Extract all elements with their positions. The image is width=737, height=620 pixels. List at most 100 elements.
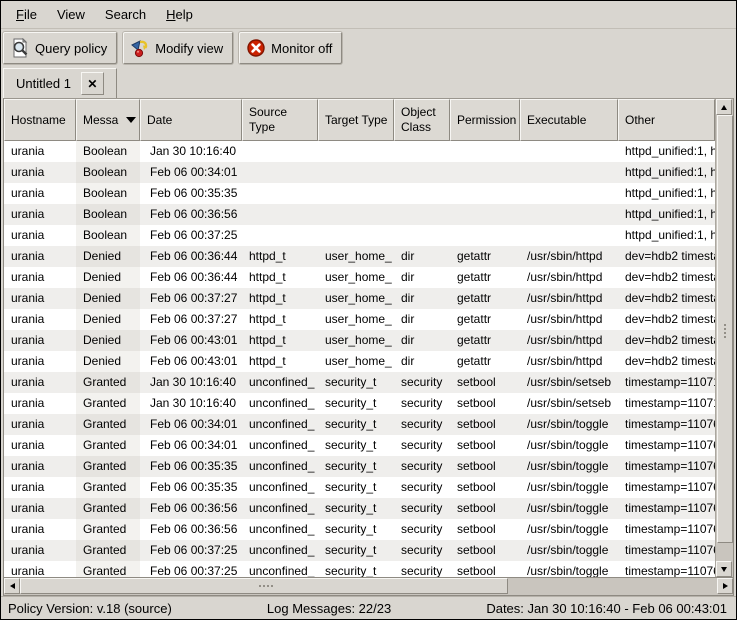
cell-host: urania [4, 288, 76, 309]
cell-src: unconfined_ [242, 435, 318, 456]
table-row[interactable]: uraniaGrantedJan 30 10:16:40unconfined_s… [4, 393, 715, 414]
monitor-off-button[interactable]: Monitor off [239, 32, 342, 64]
table-row[interactable]: uraniaDeniedFeb 06 00:37:27httpd_tuser_h… [4, 288, 715, 309]
cell-exe [520, 204, 618, 225]
cell-cls: security [394, 519, 450, 540]
vertical-scrollbar-track[interactable] [716, 543, 733, 561]
cell-cls: dir [394, 246, 450, 267]
column-header-label: Messa [83, 113, 118, 128]
tab-untitled-1[interactable]: Untitled 1 ✕ [3, 68, 117, 98]
cell-host: urania [4, 225, 76, 246]
cell-host: urania [4, 351, 76, 372]
cell-tgt: security_t [318, 477, 394, 498]
modify-view-button[interactable]: Modify view [123, 32, 233, 64]
cell-tgt [318, 183, 394, 204]
cell-date: Feb 06 00:37:27 [140, 309, 242, 330]
column-header-msg[interactable]: Messa [76, 99, 140, 141]
cell-exe [520, 225, 618, 246]
cell-date: Feb 06 00:36:56 [140, 519, 242, 540]
cell-exe: /usr/sbin/toggle [520, 414, 618, 435]
cell-perm [450, 183, 520, 204]
table-row[interactable]: uraniaGrantedFeb 06 00:36:56unconfined_s… [4, 519, 715, 540]
table-row[interactable]: uraniaBooleanFeb 06 00:34:01httpd_unifie… [4, 162, 715, 183]
column-header-src[interactable]: Source Type [242, 99, 318, 141]
table-row[interactable]: uraniaDeniedFeb 06 00:36:44httpd_tuser_h… [4, 267, 715, 288]
table-row[interactable]: uraniaGrantedFeb 06 00:37:25unconfined_s… [4, 540, 715, 561]
vertical-scrollbar[interactable] [715, 99, 733, 577]
column-header-tgt[interactable]: Target Type [318, 99, 394, 141]
cell-src: unconfined_ [242, 414, 318, 435]
cell-exe: /usr/sbin/toggle [520, 540, 618, 561]
query-policy-button[interactable]: Query policy [3, 32, 117, 64]
cell-cls: security [394, 456, 450, 477]
cell-exe: /usr/sbin/httpd [520, 351, 618, 372]
menu-item-search[interactable]: Search [95, 2, 156, 27]
table-row[interactable]: uraniaBooleanFeb 06 00:35:35httpd_unifie… [4, 183, 715, 204]
table-row[interactable]: uraniaGrantedFeb 06 00:34:01unconfined_s… [4, 414, 715, 435]
column-header-other[interactable]: Other [618, 99, 715, 141]
cell-src [242, 204, 318, 225]
column-header-cls[interactable]: Object Class [394, 99, 450, 141]
table-row[interactable]: uraniaGrantedJan 30 10:16:40unconfined_s… [4, 372, 715, 393]
column-header-label: Object Class [401, 105, 446, 135]
cell-tgt [318, 162, 394, 183]
cell-tgt: user_home_ [318, 267, 394, 288]
scroll-left-button[interactable] [4, 578, 20, 594]
horizontal-scrollbar-track[interactable] [508, 578, 717, 595]
table-row[interactable]: uraniaDeniedFeb 06 00:36:44httpd_tuser_h… [4, 246, 715, 267]
table-row[interactable]: uraniaDeniedFeb 06 00:43:01httpd_tuser_h… [4, 351, 715, 372]
cell-cls: security [394, 435, 450, 456]
table-row[interactable]: uraniaBooleanFeb 06 00:36:56httpd_unifie… [4, 204, 715, 225]
scroll-down-button[interactable] [716, 561, 732, 577]
table-row[interactable]: uraniaBooleanJan 30 10:16:40httpd_unifie… [4, 141, 715, 162]
cell-src: httpd_t [242, 351, 318, 372]
cell-tgt: security_t [318, 456, 394, 477]
cell-msg: Denied [76, 267, 140, 288]
cell-date: Feb 06 00:34:01 [140, 435, 242, 456]
vertical-scrollbar-thumb[interactable] [717, 115, 733, 543]
table-row[interactable]: uraniaGrantedFeb 06 00:36:56unconfined_s… [4, 498, 715, 519]
cell-cls: security [394, 372, 450, 393]
cell-exe: /usr/sbin/httpd [520, 288, 618, 309]
scroll-up-button[interactable] [716, 99, 732, 115]
scroll-right-button[interactable] [717, 578, 733, 594]
cell-other: dev=hdb2 timesta [618, 330, 715, 351]
cell-host: urania [4, 309, 76, 330]
cell-exe: /usr/sbin/toggle [520, 498, 618, 519]
monitor-off-icon [246, 38, 266, 58]
horizontal-scrollbar[interactable] [4, 577, 733, 595]
cell-host: urania [4, 519, 76, 540]
menu-item-file[interactable]: File [6, 2, 47, 27]
table-row[interactable]: uraniaDeniedFeb 06 00:37:27httpd_tuser_h… [4, 309, 715, 330]
cell-exe [520, 183, 618, 204]
cell-exe: /usr/sbin/httpd [520, 330, 618, 351]
column-header-host[interactable]: Hostname [4, 99, 76, 141]
cell-other: timestamp=11071 [618, 372, 715, 393]
cell-date: Feb 06 00:37:25 [140, 540, 242, 561]
tab-close-button[interactable]: ✕ [81, 72, 104, 95]
table-row[interactable]: uraniaBooleanFeb 06 00:37:25httpd_unifie… [4, 225, 715, 246]
table-row[interactable]: uraniaDeniedFeb 06 00:43:01httpd_tuser_h… [4, 330, 715, 351]
table-row[interactable]: uraniaGrantedFeb 06 00:35:35unconfined_s… [4, 456, 715, 477]
table-row[interactable]: uraniaGrantedFeb 06 00:37:25unconfined_s… [4, 561, 715, 577]
menu-item-view[interactable]: View [47, 2, 95, 27]
cell-cls: security [394, 561, 450, 577]
horizontal-scrollbar-thumb[interactable] [20, 578, 508, 594]
table-row[interactable]: uraniaGrantedFeb 06 00:34:01unconfined_s… [4, 435, 715, 456]
table-row[interactable]: uraniaGrantedFeb 06 00:35:35unconfined_s… [4, 477, 715, 498]
status-bar: Policy Version: v.18 (source) Log Messag… [1, 596, 736, 619]
cell-src: unconfined_ [242, 540, 318, 561]
column-header-perm[interactable]: Permission [450, 99, 520, 141]
column-header-exe[interactable]: Executable [520, 99, 618, 141]
cell-src: unconfined_ [242, 477, 318, 498]
thumb-grip-icon [263, 585, 265, 587]
cell-other: timestamp=11076 [618, 498, 715, 519]
cell-msg: Granted [76, 540, 140, 561]
cell-tgt: user_home_ [318, 351, 394, 372]
cell-tgt: user_home_ [318, 330, 394, 351]
cell-msg: Denied [76, 309, 140, 330]
cell-date: Feb 06 00:34:01 [140, 162, 242, 183]
menu-item-help[interactable]: Help [156, 2, 203, 27]
column-header-date[interactable]: Date [140, 99, 242, 141]
cell-other: dev=hdb2 timesta [618, 288, 715, 309]
